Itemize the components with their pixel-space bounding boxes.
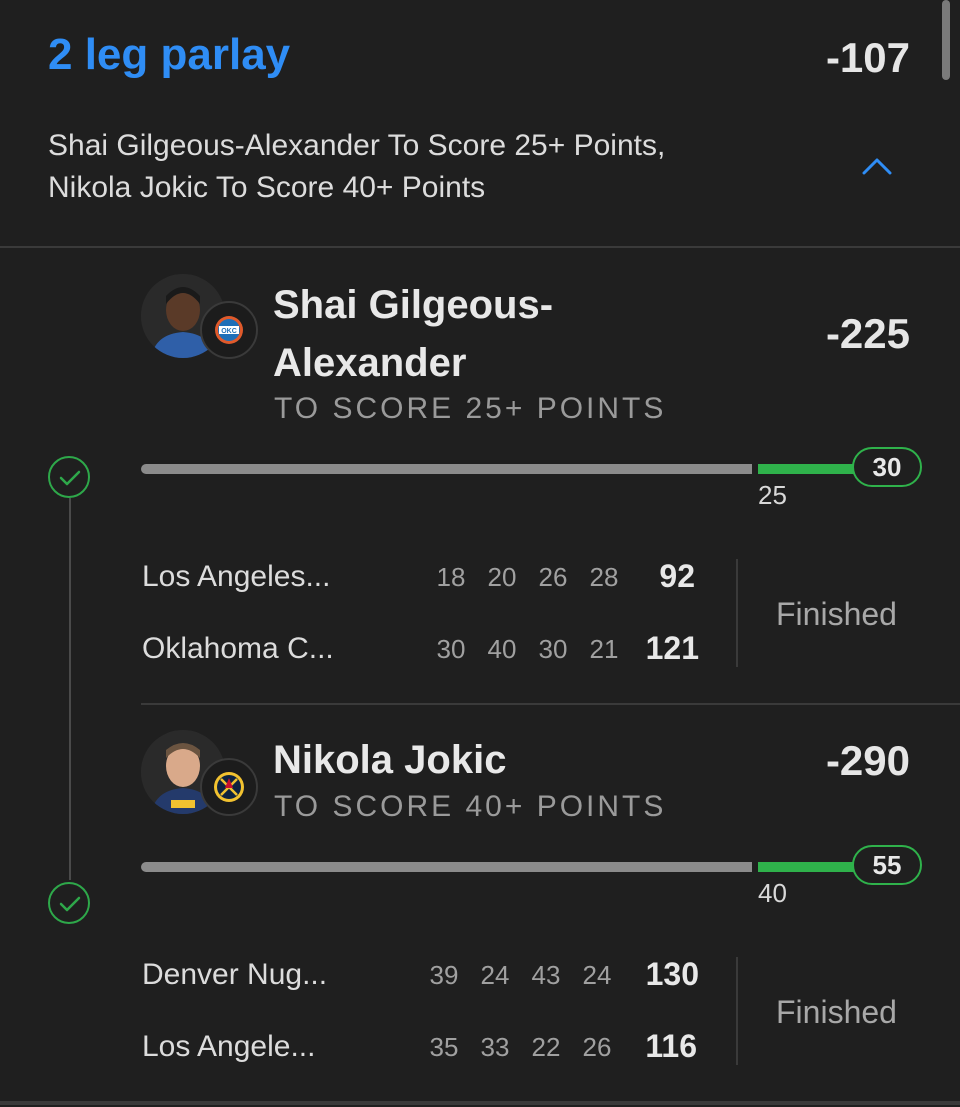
quarter-score: 40 bbox=[487, 634, 517, 664]
team-total-score: 121 bbox=[645, 630, 699, 666]
svg-text:OKC: OKC bbox=[221, 328, 237, 335]
quarter-score: 24 bbox=[480, 960, 510, 990]
leg-odds: -290 bbox=[825, 737, 910, 784]
quarter-score: 43 bbox=[531, 960, 561, 990]
game-status: Finished bbox=[776, 994, 897, 1030]
timeline-line bbox=[69, 498, 71, 880]
bottom-divider bbox=[0, 1101, 960, 1105]
denver-logo-icon bbox=[200, 758, 258, 816]
team-name: Oklahoma C... bbox=[142, 632, 334, 665]
quarter-score: 28 bbox=[589, 562, 619, 592]
quarter-score: 24 bbox=[582, 960, 612, 990]
quarter-score: 33 bbox=[480, 1032, 510, 1062]
threshold-label: 25 bbox=[758, 480, 787, 510]
okc-logo-icon: OKC bbox=[200, 301, 258, 359]
player-name: Shai Gilgeous- bbox=[273, 283, 554, 327]
quarter-score: 21 bbox=[589, 634, 619, 664]
actual-value-pill: 55 bbox=[852, 845, 922, 885]
chevron-up-icon[interactable] bbox=[862, 156, 892, 176]
quarter-score: 20 bbox=[487, 562, 517, 592]
progress-bar-track bbox=[141, 862, 752, 872]
scrollbar[interactable] bbox=[942, 0, 950, 80]
game-divider bbox=[736, 957, 738, 1065]
header-divider bbox=[0, 246, 960, 248]
quarter-score: 35 bbox=[429, 1032, 459, 1062]
quarter-score: 22 bbox=[531, 1032, 561, 1062]
player-name-line2: Alexander bbox=[273, 341, 467, 385]
game-status: Finished bbox=[776, 596, 897, 632]
team-name: Denver Nug... bbox=[142, 958, 328, 991]
leg-divider bbox=[141, 703, 960, 705]
team-name: Los Angeles... bbox=[142, 560, 331, 593]
summary-line: Nikola Jokic To Score 40+ Points bbox=[48, 171, 486, 204]
quarter-score: 26 bbox=[582, 1032, 612, 1062]
parlay-odds: -107 bbox=[825, 34, 910, 81]
prop-label: TO SCORE 40+ POINTS bbox=[274, 790, 667, 823]
parlay-title: 2 leg parlay bbox=[48, 30, 291, 79]
parlay-summary: Shai Gilgeous-Alexander To Score 25+ Poi… bbox=[48, 125, 808, 209]
quarter-score: 30 bbox=[436, 634, 466, 664]
leg-1-check-icon bbox=[48, 456, 90, 498]
actual-value-pill: 30 bbox=[852, 447, 922, 487]
quarter-score: 30 bbox=[538, 634, 568, 664]
progress-bar-fill bbox=[758, 464, 854, 474]
team-total-score: 92 bbox=[659, 558, 695, 594]
summary-line: Shai Gilgeous-Alexander To Score 25+ Poi… bbox=[48, 129, 666, 162]
quarter-score: 39 bbox=[429, 960, 459, 990]
team-total-score: 116 bbox=[645, 1028, 697, 1064]
player-name: Nikola Jokic bbox=[273, 738, 507, 782]
prop-label: TO SCORE 25+ POINTS bbox=[274, 392, 667, 425]
team-total-score: 130 bbox=[645, 956, 699, 992]
leg-odds: -225 bbox=[825, 310, 910, 357]
progress-bar-track bbox=[141, 464, 752, 474]
quarter-score: 18 bbox=[436, 562, 466, 592]
leg-2-check-icon bbox=[48, 882, 90, 924]
progress-bar-fill bbox=[758, 862, 854, 872]
team-name: Los Angele... bbox=[142, 1030, 316, 1063]
game-divider bbox=[736, 559, 738, 667]
threshold-label: 40 bbox=[758, 878, 787, 908]
quarter-score: 26 bbox=[538, 562, 568, 592]
